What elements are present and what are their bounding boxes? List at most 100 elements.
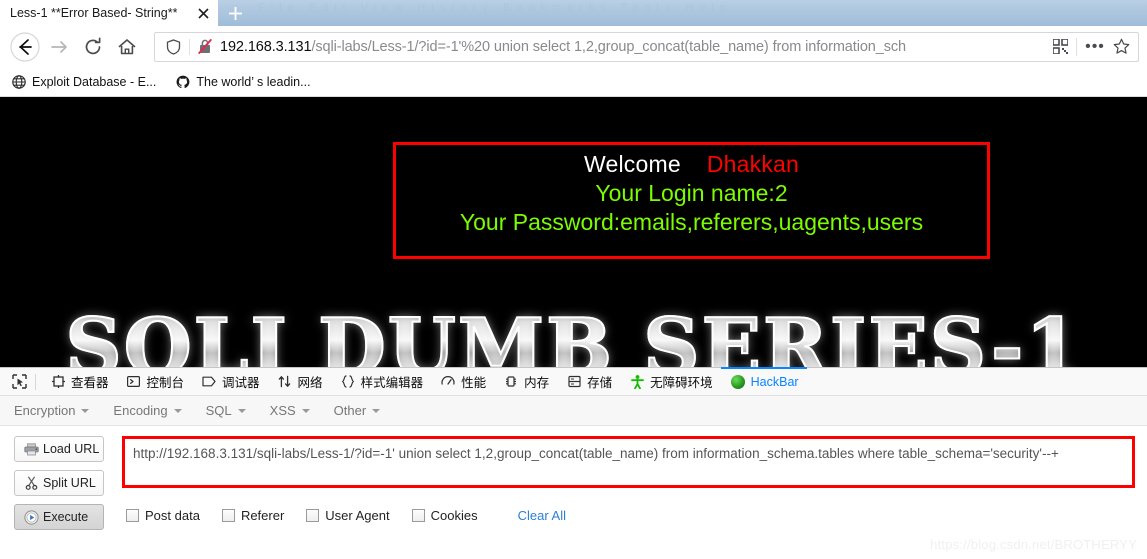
devtools-tab-storage[interactable]: 存储: [557, 368, 620, 396]
qr-reader-icon[interactable]: [1049, 39, 1071, 54]
devtools-tab-network[interactable]: 网络: [268, 368, 331, 396]
option-referer[interactable]: Referer: [221, 508, 285, 523]
chevron-down-icon: [237, 408, 246, 413]
devtools-tab-label: 存储: [587, 376, 613, 390]
load-url-icon: [21, 442, 41, 456]
url-divider: [189, 38, 190, 55]
devtools-tab-style-editor[interactable]: 样式编辑器: [331, 368, 432, 396]
url-request-textarea[interactable]: http://192.168.3.131/sqli-labs/Less-1/?i…: [122, 436, 1135, 488]
chevron-down-icon: [301, 408, 310, 413]
devtools-tab-bar: 查看器 控制台 调试器 网络 样式编辑器 性能 内存 存储 无障碍环境 Hack…: [0, 366, 1147, 396]
option-user-agent[interactable]: User Agent: [306, 508, 390, 523]
crossed-out-lock-icon[interactable]: [196, 38, 214, 55]
checkbox[interactable]: [221, 509, 235, 522]
bookmarks-bar: Exploit Database - E... The world’ s lea…: [0, 68, 1147, 97]
ghost-menu-bar: File Edit View History Bookmarks Tools H…: [258, 2, 733, 14]
devtools-panel: 查看器 控制台 调试器 网络 样式编辑器 性能 内存 存储 无障碍环境 Hack…: [0, 366, 1147, 556]
url-text[interactable]: 192.168.3.131/sqli-labs/Less-1/?id=-1'%2…: [214, 39, 1049, 55]
hackbar-menu-sql[interactable]: SQL: [206, 403, 246, 418]
navigation-toolbar: 192.168.3.131/sqli-labs/Less-1/?id=-1'%2…: [0, 26, 1147, 68]
chevron-down-icon: [372, 408, 381, 413]
page-actions-icon[interactable]: •••: [1082, 38, 1108, 55]
load-url-button[interactable]: Load URL: [14, 436, 104, 462]
tab-strip: File Edit View History Bookmarks Tools H…: [0, 0, 1147, 26]
option-label: Cookies: [430, 508, 478, 523]
option-label: Post data: [145, 508, 200, 523]
hackbar-menu-bar: Encryption Encoding SQL XSS Other: [0, 396, 1147, 426]
devtools-tab-label: 性能: [461, 376, 487, 390]
element-picker-icon[interactable]: [6, 374, 32, 389]
watermark: https://blog.csdn.net/BROTHERYY: [930, 537, 1137, 552]
toolbar-divider: [1076, 37, 1077, 56]
checkbox[interactable]: [306, 509, 320, 522]
debugger-icon: [200, 375, 218, 388]
devtools-tab-debugger[interactable]: 调试器: [192, 368, 268, 396]
sql-injection-result-box: Welcome Dhakkan Your Login name:2 Your Pa…: [393, 142, 990, 259]
globe-icon: [10, 75, 27, 89]
inspector-icon: [49, 375, 67, 388]
url-host: 192.168.3.131: [220, 38, 312, 55]
devtools-tab-inspector[interactable]: 查看器: [41, 368, 117, 396]
tab-title: Less-1 **Error Based- String**: [10, 6, 178, 20]
clear-all-link[interactable]: Clear All: [518, 508, 566, 523]
forward-arrow-icon: [42, 30, 76, 64]
login-name-line: Your Login name:2: [595, 180, 788, 206]
browser-window: File Edit View History Bookmarks Tools H…: [0, 0, 1147, 559]
close-icon[interactable]: [194, 4, 212, 22]
devtools-tab-label: 网络: [297, 376, 323, 390]
devtools-tab-label: 无障碍环境: [650, 376, 713, 390]
hackbar-menu-encryption[interactable]: Encryption: [14, 403, 90, 418]
hackbar-panel: Encryption Encoding SQL XSS Other Load U…: [0, 396, 1147, 556]
option-cookies[interactable]: Cookies: [411, 508, 478, 523]
welcome-username: Dhakkan: [706, 151, 800, 177]
button-label: Split URL: [43, 476, 96, 490]
star-icon[interactable]: [1108, 38, 1134, 55]
bookmark-item-exploit-database[interactable]: Exploit Database - E...: [10, 75, 156, 89]
devtools-tab-performance[interactable]: 性能: [431, 368, 494, 396]
shield-icon[interactable]: [163, 38, 183, 55]
hackbar-body: Load URL Split URL Execute http://192.16…: [0, 426, 1147, 556]
option-label: User Agent: [325, 508, 390, 523]
devtools-tab-label: 调试器: [222, 376, 260, 390]
performance-icon: [439, 375, 457, 388]
hackbar-menu-other[interactable]: Other: [334, 403, 381, 418]
home-icon[interactable]: [110, 30, 144, 64]
hackbar-button-column: Load URL Split URL Execute: [0, 436, 122, 556]
bookmark-label: The world’ s leadin...: [196, 75, 311, 89]
storage-icon: [565, 375, 583, 388]
split-url-button[interactable]: Split URL: [14, 470, 104, 496]
hackbar-menu-xss[interactable]: XSS: [270, 403, 310, 418]
option-post-data[interactable]: Post data: [126, 508, 200, 523]
devtools-tab-label: 查看器: [71, 376, 109, 390]
devtools-tab-accessibility[interactable]: 无障碍环境: [620, 368, 721, 396]
reload-icon[interactable]: [76, 30, 110, 64]
execute-button[interactable]: Execute: [14, 504, 104, 530]
menu-label: SQL: [205, 403, 232, 418]
checkbox[interactable]: [126, 509, 139, 522]
browser-tab[interactable]: Less-1 **Error Based- String**: [0, 0, 218, 26]
network-icon: [276, 375, 294, 388]
devtools-divider: [35, 373, 36, 390]
style-editor-icon: [339, 375, 357, 388]
button-label: Load URL: [43, 442, 100, 456]
devtools-tab-label: 内存: [524, 376, 550, 390]
menu-label: Encoding: [113, 403, 168, 418]
menu-label: Encryption: [14, 403, 76, 418]
hackbar-icon: [729, 374, 747, 389]
checkbox[interactable]: [411, 509, 425, 522]
devtools-tab-memory[interactable]: 内存: [494, 368, 557, 396]
bookmark-item-github[interactable]: The world’ s leadin...: [174, 75, 311, 89]
option-label: Referer: [240, 508, 285, 523]
url-bar[interactable]: 192.168.3.131/sqli-labs/Less-1/?id=-1'%2…: [154, 31, 1139, 62]
menu-label: XSS: [269, 403, 296, 418]
button-label: Execute: [43, 510, 89, 524]
new-tab-button[interactable]: [218, 0, 252, 26]
bookmark-label: Exploit Database - E...: [32, 75, 157, 89]
page-banner-title: SQLI DUMB SERIES-1: [0, 301, 1147, 367]
hackbar-menu-encoding[interactable]: Encoding: [113, 403, 182, 418]
execute-icon: [21, 509, 41, 525]
chevron-down-icon: [173, 408, 182, 413]
back-arrow-icon[interactable]: [8, 30, 42, 64]
devtools-tab-console[interactable]: 控制台: [117, 368, 193, 396]
devtools-tab-hackbar[interactable]: HackBar: [720, 366, 807, 396]
